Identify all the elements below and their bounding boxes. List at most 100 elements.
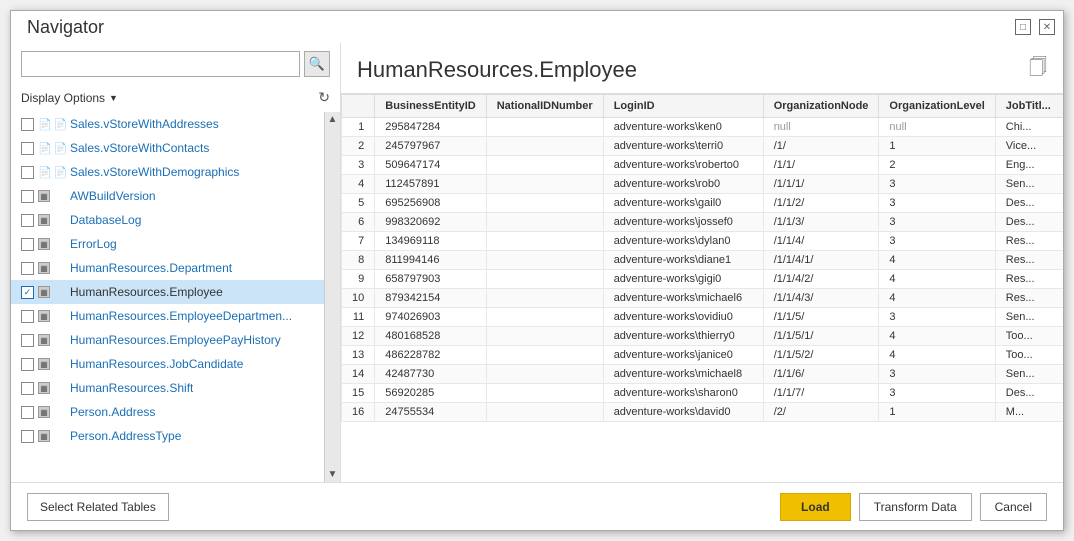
- right-panel: HumanResources.Employee 🗍 BusinessEntity…: [341, 43, 1063, 482]
- display-options-label: Display Options: [21, 91, 105, 105]
- export-icon: 🗍: [1029, 55, 1047, 85]
- list-item[interactable]: ▦AWBuildVersion: [11, 184, 324, 208]
- table-cell: 2: [879, 156, 995, 175]
- table-row: 2245797967adventure-works\terri0/1/1Vice…: [342, 137, 1064, 156]
- table-icon: ▦: [38, 310, 66, 322]
- table-cell: [486, 118, 603, 137]
- list-item[interactable]: ▦Person.AddressType: [11, 424, 324, 448]
- table-cell: 3: [879, 213, 995, 232]
- table-row: 1556920285adventure-works\sharon0/1/1/7/…: [342, 384, 1064, 403]
- list-scrollbar[interactable]: ▲ ▼: [324, 112, 340, 482]
- list-item-checkbox[interactable]: [21, 382, 34, 395]
- list-item-checkbox[interactable]: [21, 238, 34, 251]
- table-cell: 4: [879, 327, 995, 346]
- table-cell: 486228782: [375, 346, 486, 365]
- cancel-button[interactable]: Cancel: [980, 493, 1047, 521]
- scroll-up-arrow[interactable]: ▲: [328, 114, 338, 125]
- close-button[interactable]: ✕: [1039, 19, 1055, 35]
- refresh-button[interactable]: ↻: [318, 89, 330, 106]
- list-item[interactable]: ▦Person.Address: [11, 400, 324, 424]
- table-cell: 42487730: [375, 365, 486, 384]
- list-item[interactable]: ▦HumanResources.JobCandidate: [11, 352, 324, 376]
- list-item-checkbox[interactable]: [21, 190, 34, 203]
- content-area: 🔍 Display Options ▼ ↻ 📄📄Sales.vStoreWith…: [11, 43, 1063, 482]
- list-item[interactable]: 📄📄Sales.vStoreWithAddresses: [11, 112, 324, 136]
- table-icon: ▦: [38, 238, 66, 250]
- list-item-checkbox[interactable]: ✓: [21, 286, 34, 299]
- list-item-label: DatabaseLog: [70, 213, 141, 227]
- bottom-bar: Select Related Tables Load Transform Dat…: [11, 482, 1063, 530]
- select-related-button[interactable]: Select Related Tables: [27, 493, 169, 521]
- table-list: 📄📄Sales.vStoreWithAddresses📄📄Sales.vStor…: [11, 112, 324, 482]
- list-item-checkbox[interactable]: [21, 166, 34, 179]
- table-row: 1624755534adventure-works\david0/2/1M...: [342, 403, 1064, 422]
- list-item-checkbox[interactable]: [21, 430, 34, 443]
- table-cell: 974026903: [375, 308, 486, 327]
- table-cell: Eng...: [995, 156, 1063, 175]
- minimize-button[interactable]: □: [1015, 19, 1031, 35]
- table-cell: /1/1/5/: [763, 308, 879, 327]
- list-item[interactable]: ▦ErrorLog: [11, 232, 324, 256]
- table-cell: 112457891: [375, 175, 486, 194]
- search-button[interactable]: 🔍: [304, 51, 330, 77]
- list-item-label: HumanResources.EmployeeDepartmen...: [70, 309, 292, 323]
- scroll-down-arrow[interactable]: ▼: [328, 469, 338, 480]
- list-item-label: Sales.vStoreWithAddresses: [70, 117, 219, 131]
- table-cell: [486, 251, 603, 270]
- list-item[interactable]: ▦DatabaseLog: [11, 208, 324, 232]
- row-number: 11: [342, 308, 375, 327]
- table-cell: Sen...: [995, 308, 1063, 327]
- list-item-checkbox[interactable]: [21, 406, 34, 419]
- list-item-checkbox[interactable]: [21, 118, 34, 131]
- list-item[interactable]: ▦HumanResources.Shift: [11, 376, 324, 400]
- table-cell: adventure-works\michael8: [603, 365, 763, 384]
- table-cell: 56920285: [375, 384, 486, 403]
- row-number: 14: [342, 365, 375, 384]
- table-cell: adventure-works\dylan0: [603, 232, 763, 251]
- table-cell: /1/1/1/: [763, 175, 879, 194]
- list-item[interactable]: ✓▦HumanResources.Employee: [11, 280, 324, 304]
- search-input[interactable]: [21, 51, 300, 77]
- table-row: 7134969118adventure-works\dylan0/1/1/4/3…: [342, 232, 1064, 251]
- list-item-checkbox[interactable]: [21, 262, 34, 275]
- navigator-window: Navigator □ ✕ 🔍 Display Options ▼ ↻: [10, 10, 1064, 531]
- table-cell: Des...: [995, 213, 1063, 232]
- list-item-label: Sales.vStoreWithContacts: [70, 141, 209, 155]
- row-number: 2: [342, 137, 375, 156]
- table-cell: 998320692: [375, 213, 486, 232]
- list-item-checkbox[interactable]: [21, 358, 34, 371]
- table-cell: [486, 270, 603, 289]
- data-table-container[interactable]: BusinessEntityIDNationalIDNumberLoginIDO…: [341, 93, 1063, 482]
- table-icon: ▦: [38, 262, 66, 274]
- table-icon: ▦: [38, 334, 66, 346]
- table-cell: null: [879, 118, 995, 137]
- table-cell: Res...: [995, 270, 1063, 289]
- list-item[interactable]: ▦HumanResources.EmployeePayHistory: [11, 328, 324, 352]
- list-item[interactable]: 📄📄Sales.vStoreWithContacts: [11, 136, 324, 160]
- table-cell: [486, 403, 603, 422]
- list-item[interactable]: ▦ HumanResources.EmployeeDepartmen...: [11, 304, 324, 328]
- list-item[interactable]: 📄📄Sales.vStoreWithDemographics: [11, 160, 324, 184]
- table-cell: /1/1/4/3/: [763, 289, 879, 308]
- list-item-checkbox[interactable]: [21, 310, 34, 323]
- table-cell: /2/: [763, 403, 879, 422]
- row-number: 15: [342, 384, 375, 403]
- list-item-checkbox[interactable]: [21, 142, 34, 155]
- table-cell: adventure-works\roberto0: [603, 156, 763, 175]
- list-item-checkbox[interactable]: [21, 214, 34, 227]
- transform-data-button[interactable]: Transform Data: [859, 493, 972, 521]
- table-cell: [486, 365, 603, 384]
- table-cell: Res...: [995, 251, 1063, 270]
- table-cell: adventure-works\sharon0: [603, 384, 763, 403]
- table-cell: 245797967: [375, 137, 486, 156]
- list-item-checkbox[interactable]: [21, 334, 34, 347]
- list-item-label: HumanResources.Department: [70, 261, 232, 275]
- display-options-button[interactable]: Display Options ▼: [21, 91, 118, 105]
- list-item[interactable]: ▦ HumanResources.Department: [11, 256, 324, 280]
- table-row: 1442487730adventure-works\michael8/1/1/6…: [342, 365, 1064, 384]
- table-cell: Too...: [995, 327, 1063, 346]
- load-button[interactable]: Load: [780, 493, 851, 521]
- list-item-label: AWBuildVersion: [70, 189, 156, 203]
- table-cell: 295847284: [375, 118, 486, 137]
- row-number: 7: [342, 232, 375, 251]
